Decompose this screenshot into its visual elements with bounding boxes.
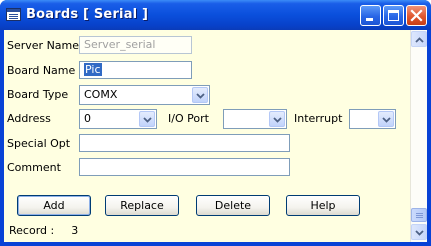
- address-dropdown-button[interactable]: [139, 111, 155, 127]
- window-title: Boards [ Serial ]: [26, 7, 149, 22]
- add-button[interactable]: Add: [17, 195, 91, 216]
- record-status: Record : 3: [9, 224, 78, 237]
- form-client-area: Server Name Server_serial Board Name Pic…: [4, 30, 427, 242]
- scroll-down-button[interactable]: [411, 224, 427, 240]
- board-name-value: Pic: [84, 63, 102, 76]
- app-window-icon[interactable]: [6, 8, 21, 21]
- server-name-value: Server_serial: [84, 38, 156, 51]
- close-icon: [410, 9, 423, 22]
- record-label: Record :: [9, 224, 55, 237]
- chevron-down-icon: [143, 117, 152, 123]
- chevron-down-icon: [415, 230, 424, 236]
- server-name-label: Server Name: [7, 39, 80, 52]
- board-type-label: Board Type: [7, 88, 69, 101]
- io-port-dropdown-button[interactable]: [269, 111, 285, 127]
- special-opt-input[interactable]: [79, 134, 290, 152]
- comment-label: Comment: [7, 161, 61, 174]
- board-name-label: Board Name: [7, 64, 76, 77]
- server-name-field: Server_serial: [79, 36, 192, 54]
- io-port-select[interactable]: [223, 109, 287, 129]
- interrupt-label: Interrupt: [294, 112, 343, 125]
- maximize-button[interactable]: [383, 5, 404, 26]
- comment-input[interactable]: [79, 158, 290, 176]
- address-select[interactable]: 0: [79, 109, 157, 129]
- replace-button[interactable]: Replace: [105, 195, 179, 216]
- board-name-input[interactable]: Pic: [79, 61, 192, 79]
- minimize-button[interactable]: [360, 5, 381, 26]
- minimize-icon: [366, 18, 373, 21]
- chevron-down-icon: [273, 117, 282, 123]
- address-label: Address: [7, 112, 51, 125]
- vertical-scrollbar[interactable]: [410, 30, 427, 242]
- board-type-dropdown-button[interactable]: [192, 87, 208, 103]
- interrupt-select[interactable]: [349, 109, 396, 129]
- help-button[interactable]: Help: [286, 195, 360, 216]
- board-type-value: COMX: [84, 88, 118, 101]
- chevron-down-icon: [382, 117, 391, 123]
- chevron-down-icon: [196, 93, 205, 99]
- chevron-up-icon: [415, 37, 424, 43]
- address-value: 0: [84, 112, 91, 125]
- title-bar[interactable]: Boards [ Serial ]: [0, 0, 431, 30]
- close-button[interactable]: [406, 5, 427, 26]
- record-count: 3: [71, 224, 79, 237]
- scroll-thumb[interactable]: [411, 208, 427, 222]
- board-type-select[interactable]: COMX: [79, 85, 210, 105]
- delete-button[interactable]: Delete: [196, 195, 270, 216]
- scroll-up-button[interactable]: [411, 31, 427, 47]
- maximize-icon: [388, 10, 399, 21]
- io-port-label: I/O Port: [168, 112, 209, 125]
- interrupt-dropdown-button[interactable]: [378, 111, 394, 127]
- boards-window: Boards [ Serial ] Server Name Server_ser…: [0, 0, 431, 246]
- special-opt-label: Special Opt: [7, 137, 71, 150]
